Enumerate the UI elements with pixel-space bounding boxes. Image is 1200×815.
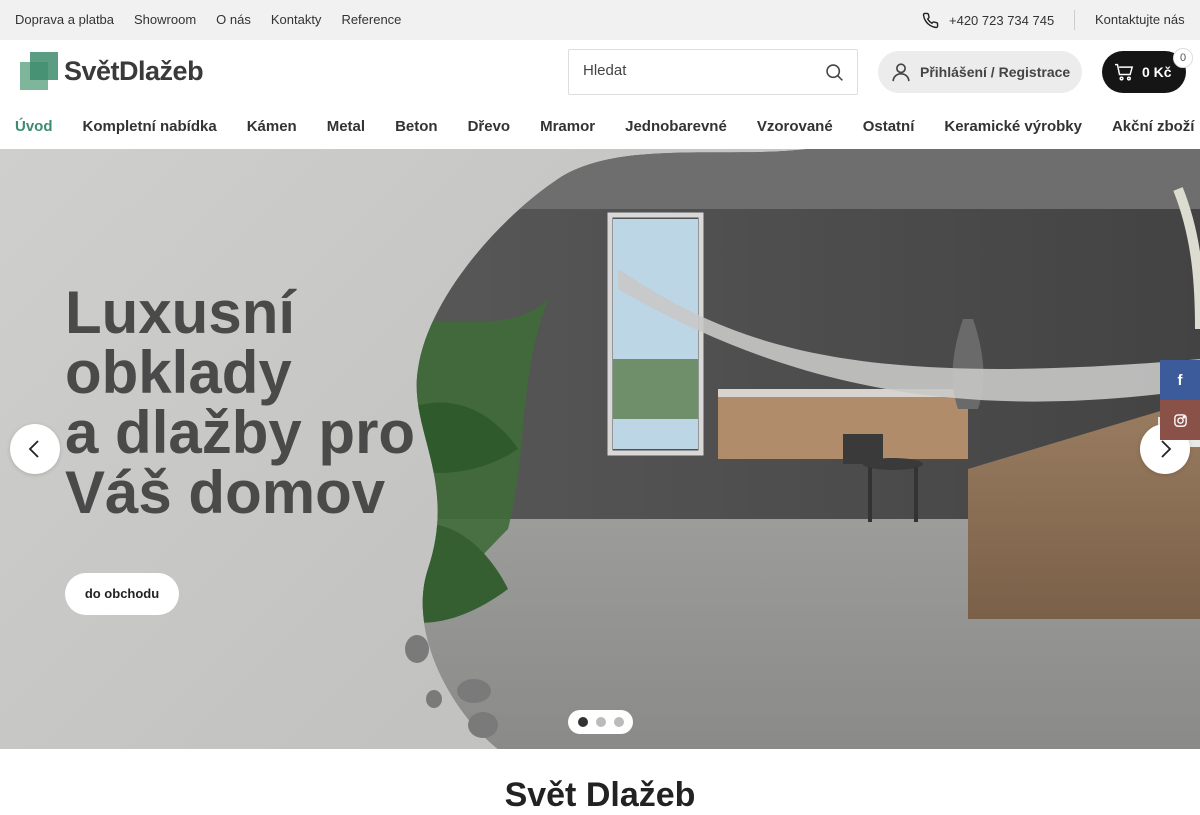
main-nav: Úvod Kompletní nabídka Kámen Metal Beton…: [0, 104, 1200, 149]
top-link-kontakty[interactable]: Kontakty: [271, 12, 322, 27]
chevron-left-icon: [28, 440, 39, 458]
search-box: [568, 49, 858, 95]
hero-bathroom-image: [405, 149, 1200, 749]
nav-item-jednobarevne[interactable]: Jednobarevné: [625, 118, 727, 135]
user-icon: [892, 63, 910, 82]
top-link-o-nas[interactable]: O nás: [216, 12, 251, 27]
nav-item-mramor[interactable]: Mramor: [540, 118, 595, 135]
slider-dot-3[interactable]: [613, 717, 624, 727]
chevron-right-icon: [1161, 440, 1172, 458]
hero-headline-line-3: a dlažby pro: [65, 399, 416, 466]
header: SvětDlažeb Přihlášení / Registrace 0 Kč: [0, 40, 1200, 104]
slider-dots: [568, 710, 633, 734]
hero-headline: Luxusní obklady a dlažby pro Váš domov: [65, 283, 465, 523]
nav-item-keramicke-vyrobky[interactable]: Keramické výrobky: [944, 118, 1082, 135]
hero-headline-line-4: Váš domov: [65, 459, 386, 526]
instagram-icon: [1173, 413, 1187, 427]
nav-item-kamen[interactable]: Kámen: [247, 118, 297, 135]
login-register-button[interactable]: Přihlášení / Registrace: [878, 51, 1082, 93]
hero-headline-line-2: obklady: [65, 339, 292, 406]
phone-contact[interactable]: +420 723 734 745: [922, 12, 1054, 29]
cart-icon: [1115, 63, 1134, 81]
hero-headline-line-1: Luxusní: [65, 279, 296, 346]
hero-slider: Luxusní obklady a dlažby pro Váš domov d…: [0, 149, 1200, 749]
instagram-button[interactable]: [1160, 400, 1200, 440]
section-title: Svět Dlažeb: [504, 776, 696, 814]
search-icon[interactable]: [824, 62, 845, 88]
nav-item-akcni-zbozi[interactable]: Akční zboží: [1112, 118, 1195, 135]
phone-icon: [922, 12, 939, 29]
nav-item-vzorovane[interactable]: Vzorované: [757, 118, 833, 135]
top-bar: Doprava a platba Showroom O nás Kontakty…: [0, 0, 1200, 40]
nav-item-kompletni-nabidka[interactable]: Kompletní nabídka: [83, 118, 217, 135]
slider-dot-1[interactable]: [577, 717, 588, 727]
cart-total: 0 Kč: [1142, 64, 1172, 80]
facebook-icon: f: [1177, 371, 1183, 389]
top-link-reference[interactable]: Reference: [341, 12, 401, 27]
phone-number: +420 723 734 745: [949, 13, 1055, 28]
search-input[interactable]: [583, 62, 813, 79]
top-link-showroom[interactable]: Showroom: [134, 12, 196, 27]
logo[interactable]: SvětDlažeb: [20, 52, 204, 90]
slider-prev-button[interactable]: [10, 424, 60, 474]
nav-item-drevo[interactable]: Dřevo: [468, 118, 511, 135]
top-links: Doprava a platba Showroom O nás Kontakty…: [15, 12, 401, 27]
logo-mark-icon: [20, 52, 58, 90]
logo-text: SvětDlažeb: [64, 55, 204, 86]
nav-item-ostatni[interactable]: Ostatní: [863, 118, 915, 135]
cart-count-badge: 0: [1173, 48, 1193, 68]
nav-item-metal[interactable]: Metal: [327, 118, 365, 135]
nav-item-beton[interactable]: Beton: [395, 118, 438, 135]
top-link-doprava[interactable]: Doprava a platba: [15, 12, 114, 27]
contact-us-link[interactable]: Kontaktujte nás: [1095, 12, 1185, 27]
login-label: Přihlášení / Registrace: [920, 64, 1071, 80]
slider-dot-2[interactable]: [595, 717, 606, 727]
facebook-button[interactable]: f: [1160, 360, 1200, 400]
topbar-divider: [1074, 10, 1075, 30]
shop-button[interactable]: do obchodu: [65, 573, 179, 615]
nav-item-uvod[interactable]: Úvod: [15, 118, 53, 135]
